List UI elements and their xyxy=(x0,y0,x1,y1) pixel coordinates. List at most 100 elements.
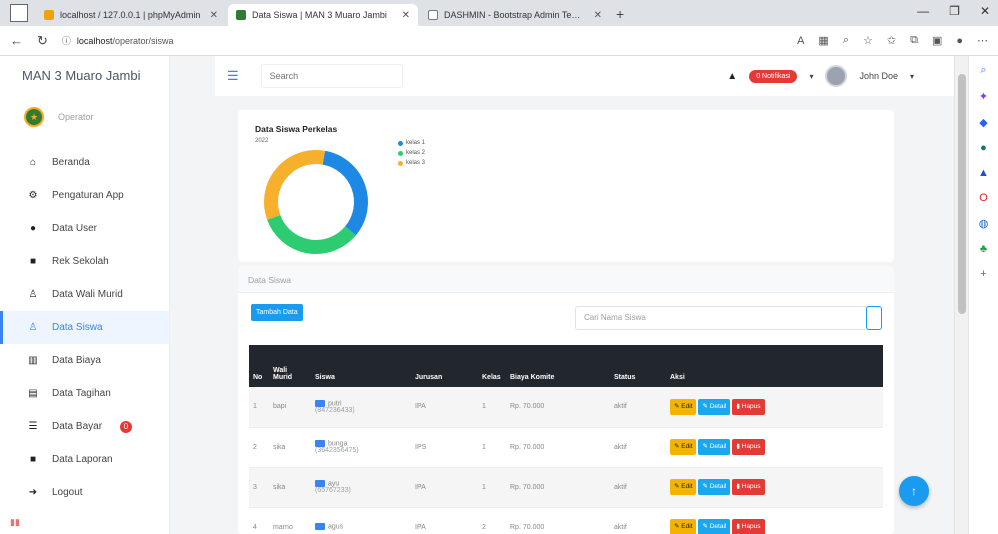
sidebar-item-pengaturan-app[interactable]: ⚙ Pengaturan App xyxy=(0,179,169,212)
restore-icon[interactable]: ❐ xyxy=(949,4,960,18)
sidebar-item-data-wali-murid[interactable]: ♙ Data Wali Murid xyxy=(0,278,169,311)
student-name: ayu xyxy=(328,480,340,488)
cell-wali-murid: sika xyxy=(269,467,311,508)
legend-item[interactable]: kelas 2 xyxy=(398,148,425,158)
student-icon: ♙ xyxy=(28,322,38,333)
close-icon[interactable]: ✕ xyxy=(402,10,410,21)
scroll-top-button[interactable]: ↑ xyxy=(899,476,929,506)
student-nisn: (65767233) xyxy=(315,487,351,495)
sidebar-item-data-user[interactable]: ● Data User xyxy=(0,212,169,245)
search-icon[interactable]: ⌕ xyxy=(980,64,986,77)
person-icon: ♙ xyxy=(28,289,38,300)
taskbar-icon: ▮▮ xyxy=(10,517,20,527)
button-label: Detail xyxy=(709,523,727,530)
apps-icon[interactable]: ▦ xyxy=(818,34,828,47)
siswa-table: No Wali Murid Siswa Jurusan Kelas Biaya … xyxy=(249,345,883,534)
student-name: agus xyxy=(328,523,344,531)
detail-button[interactable]: ✎ Detail xyxy=(698,439,731,455)
scrollbar-thumb[interactable] xyxy=(958,74,966,314)
edit-button[interactable]: ✎ Edit xyxy=(670,479,697,495)
sidebar-item-data-tagihan[interactable]: ▤ Data Tagihan xyxy=(0,377,169,410)
chevron-down-icon[interactable]: ▾ xyxy=(809,72,813,81)
new-tab-icon[interactable]: + xyxy=(616,6,624,22)
donut-slice-kelas-1[interactable] xyxy=(322,150,368,236)
read-aloud-icon[interactable]: A xyxy=(797,35,804,47)
mail-icon[interactable]: ◍ xyxy=(979,217,989,230)
favorites-icon[interactable]: ✩ xyxy=(887,34,896,47)
split-screen-icon[interactable]: ⧉ xyxy=(910,34,918,47)
student-search-input[interactable]: Cari Nama Siswa xyxy=(575,306,880,330)
cell-no: 3 xyxy=(249,467,269,508)
sidebar-item-data-siswa[interactable]: ♙ Data Siswa xyxy=(0,311,169,344)
chevron-down-icon[interactable]: ▾ xyxy=(910,72,914,81)
add-icon[interactable]: + xyxy=(980,268,986,280)
page-scrollbar[interactable] xyxy=(954,56,968,534)
column-header: Kelas xyxy=(478,345,506,387)
outlook-icon[interactable]: O xyxy=(979,192,988,204)
minimize-icon[interactable]: — xyxy=(917,4,929,18)
button-label: Hapus xyxy=(741,523,761,530)
table-body: 1 bapi putri (847236433) IPA 1 Rp. 70.000 aktif… xyxy=(249,387,883,534)
hamburger-menu-icon[interactable]: ☰ xyxy=(227,68,239,84)
star-icon[interactable]: ☆ xyxy=(863,34,873,47)
tab-title: DASHMIN - Bootstrap Admin Template xyxy=(444,10,588,20)
column-header: Aksi xyxy=(666,345,883,387)
tree-icon[interactable]: ♣ xyxy=(980,243,987,255)
edit-button[interactable]: ✎ Edit xyxy=(670,519,697,534)
donut-slice-kelas-3[interactable] xyxy=(264,150,326,220)
edit-button[interactable]: ✎ Edit xyxy=(670,439,697,455)
user-name[interactable]: John Doe xyxy=(859,71,898,81)
legend-item[interactable]: kelas 3 xyxy=(398,158,425,168)
window-menu-icon[interactable] xyxy=(10,4,28,22)
close-icon[interactable]: ✕ xyxy=(594,10,602,21)
legend-item[interactable]: kelas 1 xyxy=(398,138,425,148)
detail-button[interactable]: ✎ Detail xyxy=(698,519,731,534)
student-name: putri xyxy=(328,399,342,407)
detail-button[interactable]: ✎ Detail xyxy=(698,398,731,415)
notification-dropdown[interactable]: 0 Notifikasi xyxy=(749,69,798,83)
add-data-button[interactable]: Tambah Data xyxy=(251,304,303,321)
sidebar-item-data-bayar[interactable]: ☰ Data Bayar 0 xyxy=(0,410,169,443)
avatar[interactable] xyxy=(825,65,848,87)
browser-tab-data-siswa[interactable]: Data Siswa | MAN 3 Muaro Jambi ✕ xyxy=(228,4,418,26)
back-icon[interactable]: ← xyxy=(10,33,23,48)
games-icon[interactable]: ● xyxy=(980,142,987,154)
detail-button[interactable]: ✎ Detail xyxy=(698,479,731,495)
browser-tab-dashmin[interactable]: DASHMIN - Bootstrap Admin Template ✕ xyxy=(420,4,610,26)
delete-button[interactable]: ▮ Hapus xyxy=(732,398,765,415)
tools-icon[interactable]: ◆ xyxy=(979,116,987,129)
sidebar-item-label: Logout xyxy=(52,487,83,498)
cell-status: aktif xyxy=(610,427,666,468)
delete-button[interactable]: ▮ Hapus xyxy=(732,519,765,534)
bell-icon[interactable]: ▲ xyxy=(727,71,737,82)
donut-slice-kelas-2[interactable] xyxy=(267,214,356,254)
brand-title[interactable]: MAN 3 Muaro Jambi xyxy=(0,56,169,94)
cell-biaya: Rp. 70.000 xyxy=(506,387,610,428)
sidebar-item-data-laporan[interactable]: ■ Data Laporan xyxy=(0,443,169,476)
search-input[interactable] xyxy=(260,64,403,88)
office-icon[interactable]: ▲ xyxy=(978,167,989,179)
delete-button[interactable]: ▮ Hapus xyxy=(732,439,765,455)
profile-icon[interactable]: ● xyxy=(956,35,963,47)
search-button[interactable] xyxy=(866,306,882,330)
more-icon[interactable]: ⋯ xyxy=(977,34,988,47)
close-icon[interactable]: ✕ xyxy=(210,10,218,21)
sidebar-item-data-biaya[interactable]: ▥ Data Biaya xyxy=(0,344,169,377)
edit-button[interactable]: ✎ Edit xyxy=(670,398,697,415)
close-window-icon[interactable]: ✕ xyxy=(980,4,990,18)
school-favicon-icon xyxy=(236,10,246,20)
collections-icon[interactable]: ▣ xyxy=(932,34,942,47)
refresh-icon[interactable]: ↻ xyxy=(37,33,48,49)
zoom-icon[interactable]: ⌕ xyxy=(843,34,849,47)
sidebar-item-rek-sekolah[interactable]: ■ Rek Sekolah xyxy=(0,245,169,278)
delete-button[interactable]: ▮ Hapus xyxy=(732,479,765,495)
url-field[interactable]: ⓘ localhost/operator/siswa xyxy=(62,34,174,47)
browser-tab-strip: localhost / 127.0.0.1 | phpMyAdmin ✕ Dat… xyxy=(0,0,998,26)
sidebar-item-logout[interactable]: ➜ Logout xyxy=(0,476,169,509)
home-icon: ⌂ xyxy=(29,157,37,168)
button-label: Detail xyxy=(709,443,727,450)
sidebar-item-beranda[interactable]: ⌂ Beranda xyxy=(0,146,169,179)
copilot-icon[interactable]: ✦ xyxy=(979,90,988,103)
browser-tab-phpmyadmin[interactable]: localhost / 127.0.0.1 | phpMyAdmin ✕ xyxy=(36,4,226,26)
sidebar-item-label: Data Siswa xyxy=(52,322,103,333)
